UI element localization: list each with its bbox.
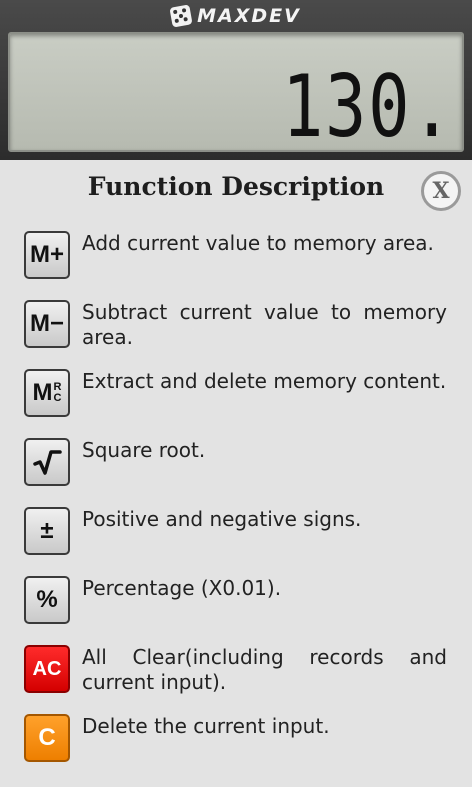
plus-minus-key-icon: ± — [24, 507, 70, 555]
memory-recall-clear-key-icon: MRC — [24, 369, 70, 417]
percent-key-icon: % — [24, 576, 70, 624]
item-description: Delete the current input. — [82, 714, 330, 738]
item-description: Add current value to memory area. — [82, 231, 434, 255]
list-item-sign-toggle: ± Positive and negative signs. — [24, 507, 454, 567]
list-item-square-root: Square root. — [24, 438, 454, 498]
list-item-memory-recall-clear: MRC Extract and delete memory content. — [24, 369, 454, 429]
clear-key-icon: C — [24, 714, 70, 762]
list-item-all-clear: AC All Clear(including records and curre… — [24, 645, 454, 705]
list-item-percentage: % Percentage (X0.01). — [24, 576, 454, 636]
dialog-title: Function Description — [87, 172, 385, 201]
close-button[interactable]: X — [421, 171, 461, 211]
item-description: All Clear(including records and current … — [82, 645, 447, 694]
item-description: Extract and delete memory content. — [82, 369, 447, 393]
list-item-memory-add: M+ Add current value to memory area. — [24, 231, 454, 291]
brand: MAXDEV — [0, 4, 472, 28]
brand-name: MAXDEV — [197, 5, 301, 27]
item-description: Square root. — [82, 438, 206, 462]
all-clear-key-icon: AC — [24, 645, 70, 693]
item-description: Percentage (X0.01). — [82, 576, 282, 600]
memory-subtract-key-icon: M− — [24, 300, 70, 348]
lcd-display: 130. — [8, 32, 464, 152]
item-description: Subtract current value to memory area. — [82, 300, 447, 349]
top-bar: MAXDEV 130. — [0, 0, 472, 160]
close-icon: X — [432, 178, 450, 204]
memory-add-key-icon: M+ — [24, 231, 70, 279]
dice-logo-icon — [169, 4, 193, 28]
square-root-icon — [33, 450, 62, 475]
list-item-clear: C Delete the current input. — [24, 714, 454, 774]
list-item-memory-subtract: M− Subtract current value to memory area… — [24, 300, 454, 360]
function-description-dialog: Function Description X M+ Add current va… — [0, 160, 472, 787]
display-value: 130. — [281, 57, 454, 157]
item-description: Positive and negative signs. — [82, 507, 362, 531]
square-root-key-icon — [24, 438, 70, 486]
